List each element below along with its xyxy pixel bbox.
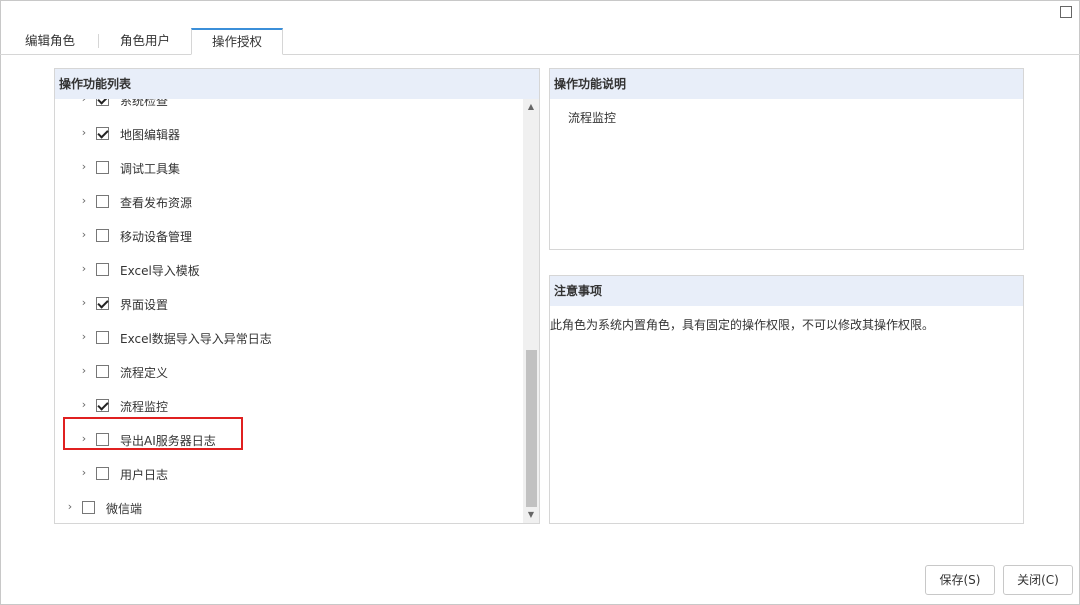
operation-tree: › 系统检查 › 地图编辑器 › 调试工具集 › 查看发布资源 › 移动设备管理 › Excel导入模… bbox=[55, 99, 523, 523]
checkbox[interactable] bbox=[82, 501, 95, 514]
tree-item[interactable]: › 调试工具集 bbox=[55, 150, 523, 184]
tree-item[interactable]: › 地图编辑器 bbox=[55, 116, 523, 150]
chevron-right-icon[interactable]: › bbox=[79, 127, 89, 138]
tab-edit-role[interactable]: 编辑角色 bbox=[10, 28, 90, 54]
tab-separator bbox=[98, 34, 99, 48]
notes-text: 此角色为系统内置角色，具有固定的操作权限，不可以修改其操作权限。 bbox=[550, 318, 935, 332]
description-panel: 操作功能说明 流程监控 bbox=[549, 68, 1024, 250]
description-title: 操作功能说明 bbox=[550, 69, 1023, 99]
chevron-right-icon[interactable]: › bbox=[79, 161, 89, 172]
tree-item[interactable]: › 微信端 bbox=[55, 490, 523, 523]
tab-role-users[interactable]: 角色用户 bbox=[105, 28, 185, 54]
chevron-right-icon[interactable]: › bbox=[79, 365, 89, 376]
tree-item-label: 地图编辑器 bbox=[120, 128, 181, 142]
checkbox[interactable] bbox=[96, 365, 109, 378]
tree-item-label: 导出AI服务器日志 bbox=[120, 434, 216, 448]
tree-item-label: 系统检查 bbox=[120, 99, 169, 108]
tree-item-label: Excel导入模板 bbox=[120, 264, 200, 278]
chevron-right-icon[interactable]: › bbox=[79, 99, 89, 104]
tree-item-label: 微信端 bbox=[106, 502, 143, 516]
chevron-right-icon[interactable]: › bbox=[65, 501, 75, 512]
tree-item-label: 流程定义 bbox=[120, 366, 169, 380]
chevron-right-icon[interactable]: › bbox=[79, 229, 89, 240]
tree-item-label: 流程监控 bbox=[120, 400, 169, 414]
chevron-right-icon[interactable]: › bbox=[79, 297, 89, 308]
notes-title: 注意事项 bbox=[550, 276, 1023, 306]
tree-item[interactable]: › 用户日志 bbox=[55, 456, 523, 490]
chevron-right-icon[interactable]: › bbox=[79, 433, 89, 444]
description-text: 流程监控 bbox=[568, 111, 617, 125]
scroll-up-icon[interactable]: ▲ bbox=[523, 99, 539, 115]
notes-panel: 注意事项 此角色为系统内置角色，具有固定的操作权限，不可以修改其操作权限。 bbox=[549, 275, 1024, 524]
checkbox[interactable] bbox=[96, 263, 109, 276]
tree-item[interactable]: › 流程监控 bbox=[55, 388, 523, 422]
operation-list-panel: 操作功能列表 › 系统检查 › 地图编辑器 › 调试工具集 › 查看发布资源 › 移动设备管理 › E… bbox=[54, 68, 540, 524]
tree-item[interactable]: › 查看发布资源 bbox=[55, 184, 523, 218]
checkbox[interactable] bbox=[96, 99, 109, 106]
checkbox[interactable] bbox=[96, 467, 109, 480]
tree-item[interactable]: › 流程定义 bbox=[55, 354, 523, 388]
checkbox[interactable] bbox=[96, 433, 109, 446]
tree-item[interactable]: › 界面设置 bbox=[55, 286, 523, 320]
tree-item-label: 调试工具集 bbox=[120, 162, 181, 176]
checkbox[interactable] bbox=[96, 399, 109, 412]
tree-item-label: 查看发布资源 bbox=[120, 196, 193, 210]
operation-list-title: 操作功能列表 bbox=[55, 69, 539, 99]
checkbox[interactable] bbox=[96, 127, 109, 140]
scroll-thumb[interactable] bbox=[526, 350, 537, 507]
close-button[interactable]: 关闭(C) bbox=[1003, 565, 1073, 595]
tab-operation-auth[interactable]: 操作授权 bbox=[191, 28, 283, 55]
tree-item[interactable]: › 系统检查 bbox=[55, 99, 523, 116]
checkbox[interactable] bbox=[96, 195, 109, 208]
checkbox[interactable] bbox=[96, 229, 109, 242]
checkbox[interactable] bbox=[96, 331, 109, 344]
tree-item-label: 用户日志 bbox=[120, 468, 169, 482]
tree-item-label: Excel数据导入导入异常日志 bbox=[120, 332, 272, 346]
chevron-right-icon[interactable]: › bbox=[79, 263, 89, 274]
scroll-down-icon[interactable]: ▼ bbox=[523, 507, 539, 523]
tree-item[interactable]: › 导出AI服务器日志 bbox=[55, 422, 523, 456]
tree-item[interactable]: › 移动设备管理 bbox=[55, 218, 523, 252]
chevron-right-icon[interactable]: › bbox=[79, 195, 89, 206]
tree-item-label: 移动设备管理 bbox=[120, 230, 193, 244]
chevron-right-icon[interactable]: › bbox=[79, 467, 89, 478]
checkbox[interactable] bbox=[96, 297, 109, 310]
tree-item[interactable]: › Excel导入模板 bbox=[55, 252, 523, 286]
tab-bar: 编辑角色 角色用户 操作授权 bbox=[0, 28, 1080, 55]
chevron-right-icon[interactable]: › bbox=[79, 331, 89, 342]
save-button[interactable]: 保存(S) bbox=[925, 565, 995, 595]
checkbox[interactable] bbox=[96, 161, 109, 174]
maximize-icon[interactable] bbox=[1060, 6, 1072, 18]
chevron-right-icon[interactable]: › bbox=[79, 399, 89, 410]
tree-item[interactable]: › Excel数据导入导入异常日志 bbox=[55, 320, 523, 354]
vertical-scrollbar[interactable]: ▲ ▼ bbox=[523, 99, 539, 523]
tree-item-label: 界面设置 bbox=[120, 298, 169, 312]
